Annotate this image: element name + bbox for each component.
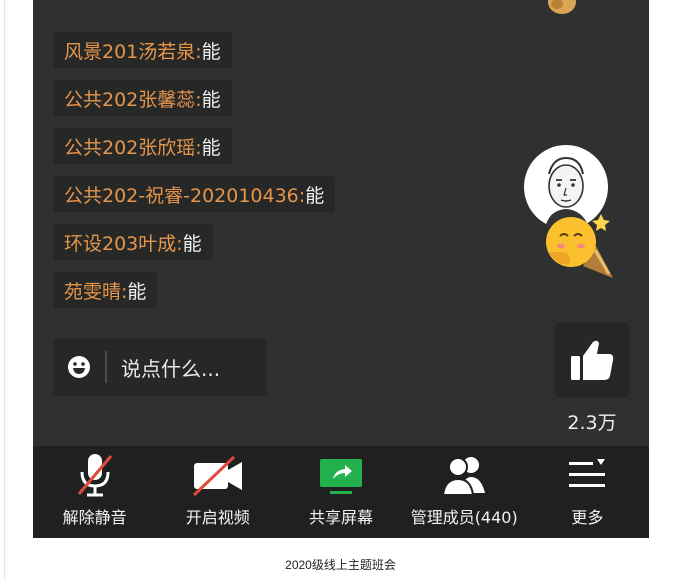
chat-sender: 公共202-祝睿-202010436: — [64, 184, 306, 207]
share-screen-icon — [320, 459, 362, 494]
muted-microphone-icon — [77, 454, 112, 497]
chat-text: 能 — [201, 40, 221, 63]
chat-message: 公共202-祝睿-202010436: 能 — [53, 176, 336, 212]
input-placeholder: 说点什么... — [121, 356, 221, 381]
manage-members-button[interactable]: 管理成员(440) — [403, 446, 526, 538]
chat-input[interactable]: 说点什么... — [53, 338, 267, 396]
start-video-label: 开启视频 — [185, 508, 250, 527]
like-button[interactable] — [554, 322, 630, 398]
chat-message: 风景201汤若泉: 能 — [53, 32, 232, 68]
more-menu-icon — [569, 459, 606, 487]
unmute-label: 解除静音 — [62, 508, 127, 527]
chat-text: 能 — [305, 184, 325, 207]
thumbs-up-icon — [571, 340, 614, 380]
chat-message: 公共202张欣瑶: 能 — [53, 128, 232, 164]
chat-message: 苑雯晴: 能 — [53, 272, 158, 308]
chat-text: 能 — [201, 136, 221, 159]
chat-sender: 公共202张欣瑶: — [64, 136, 202, 159]
chat-sender: 环设203叶成: — [64, 232, 183, 255]
page-border — [4, 0, 5, 580]
meeting-screen: 风景201汤若泉: 能 公共202张馨蕊: 能 公共202张欣瑶: 能 公共20… — [33, 0, 649, 538]
smiley-icon — [68, 356, 90, 378]
clap-emoji-icon — [548, 0, 576, 14]
emoji-button[interactable] — [53, 355, 105, 379]
chat-text: 能 — [201, 88, 221, 111]
chat-sender: 风景201汤若泉: — [64, 40, 202, 63]
chat-message: 环设203叶成: 能 — [53, 224, 213, 260]
start-video-button[interactable]: 开启视频 — [156, 446, 279, 538]
unmute-button[interactable]: 解除静音 — [33, 446, 156, 538]
party-emoji-icon — [546, 214, 613, 278]
meeting-toolbar: 解除静音 开启视频 共享屏幕 管理成员(440) 更多 — [33, 446, 649, 538]
chat-sender: 公共202张馨蕊: — [64, 88, 202, 111]
chat-text: 能 — [182, 232, 202, 255]
image-caption: 2020级线上主题班会 — [285, 558, 396, 572]
chat-sender: 苑雯晴: — [64, 280, 128, 303]
chat-text: 能 — [127, 280, 147, 303]
like-count: 2.3万 — [567, 412, 617, 434]
members-icon — [442, 457, 486, 496]
manage-members-label: 管理成员(440) — [410, 508, 518, 527]
input-divider — [105, 351, 107, 383]
more-label: 更多 — [571, 508, 604, 527]
more-button[interactable]: 更多 — [526, 446, 649, 538]
share-screen-button[interactable]: 共享屏幕 — [279, 446, 402, 538]
video-off-icon — [192, 455, 242, 497]
share-screen-label: 共享屏幕 — [309, 508, 374, 527]
chat-message: 公共202张馨蕊: 能 — [53, 80, 232, 116]
